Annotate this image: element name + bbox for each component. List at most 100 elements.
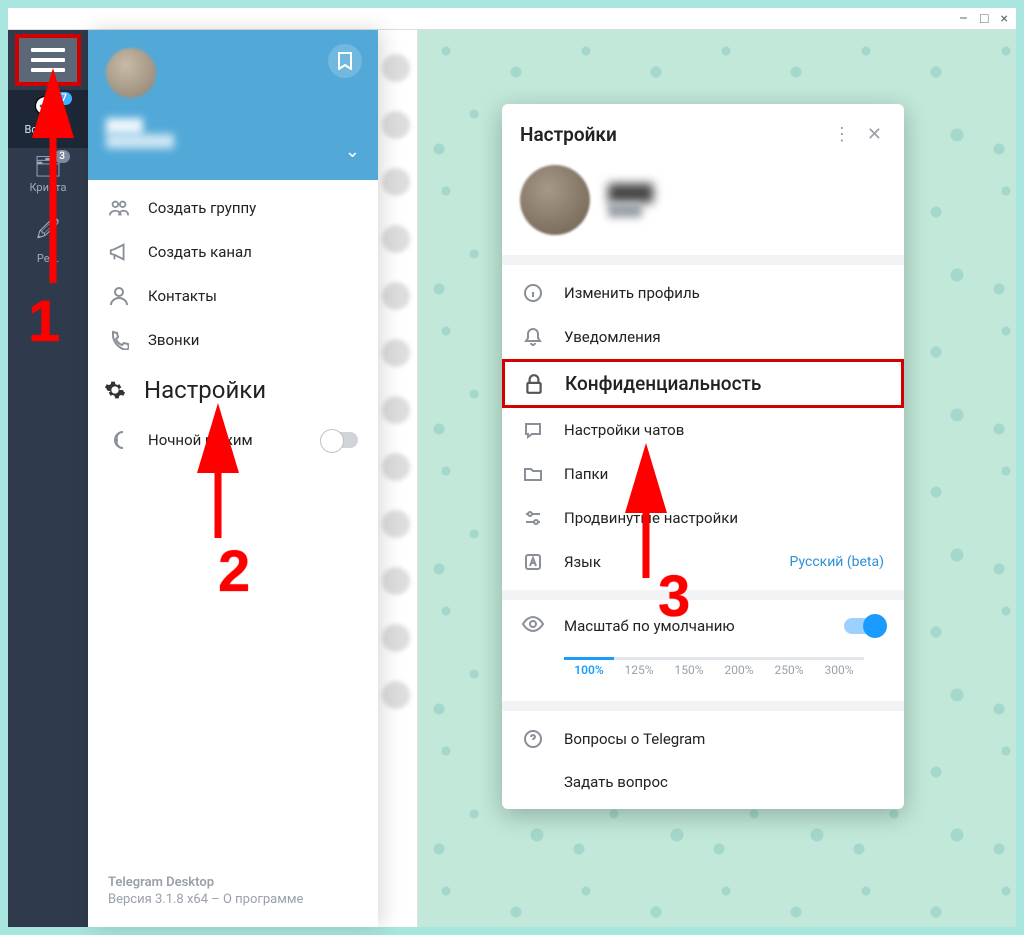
menu-item-label: Создать канал: [148, 243, 252, 261]
separator: [502, 590, 904, 600]
chat-list-sliver: [378, 30, 418, 927]
menu-create-channel[interactable]: Создать канал: [88, 230, 378, 274]
settings-panel: Настройки ⋮ ✕ ████ ████ Изменить профиль: [502, 104, 904, 809]
folder-icon: [522, 464, 544, 484]
drawer-header[interactable]: ████ ████████ ⌄: [88, 30, 378, 180]
settings-title: Настройки: [520, 123, 825, 146]
scale-toggle[interactable]: [844, 618, 884, 634]
moon-icon: [108, 430, 130, 450]
scale-step[interactable]: 125%: [614, 663, 664, 677]
chat-row[interactable]: [378, 268, 417, 323]
menu-item-label: Создать группу: [148, 199, 256, 217]
scale-step[interactable]: 250%: [764, 663, 814, 677]
bell-icon: [522, 327, 544, 347]
close-settings-button[interactable]: ✕: [859, 118, 890, 151]
chat-row[interactable]: [378, 382, 417, 437]
maximize-button[interactable]: □: [980, 10, 988, 27]
settings-notifications[interactable]: Уведомления: [502, 315, 904, 359]
menu-item-label: Ночной режим: [148, 431, 253, 449]
window-titlebar: – □ ×: [8, 8, 1016, 30]
settings-item-label: Настройки чатов: [564, 421, 684, 439]
question-icon: [522, 729, 544, 749]
scale-label: Масштаб по умолчанию: [564, 617, 735, 635]
person-icon: [108, 286, 130, 306]
drawer-footer: Telegram Desktop Версия 3.1.8 x64 – О пр…: [88, 861, 378, 927]
settings-language[interactable]: Язык Русский (beta): [502, 540, 904, 584]
eye-icon: [522, 614, 544, 637]
night-mode-toggle[interactable]: [320, 432, 358, 448]
version-label[interactable]: Версия 3.1.8 x64 – О программе: [108, 892, 358, 907]
info-icon: [522, 283, 544, 303]
chat-row[interactable]: [378, 154, 417, 209]
settings-ask-question[interactable]: Задать вопрос: [502, 761, 904, 803]
settings-edit-profile[interactable]: Изменить профиль: [502, 271, 904, 315]
chat-row[interactable]: [378, 40, 417, 95]
settings-faq[interactable]: Вопросы о Telegram: [502, 717, 904, 761]
profile-name: ████: [608, 183, 653, 203]
phone-icon: [108, 330, 130, 350]
menu-item-label: Контакты: [148, 287, 217, 305]
annotation-number-3: 3: [658, 563, 690, 630]
close-window-button[interactable]: ×: [1001, 11, 1008, 27]
settings-privacy[interactable]: Конфиденциальность: [502, 359, 904, 408]
megaphone-icon: [108, 242, 130, 262]
menu-contacts[interactable]: Контакты: [88, 274, 378, 318]
settings-item-label: Задать вопрос: [564, 773, 668, 791]
saved-messages-button[interactable]: [328, 44, 362, 78]
profile-status: ████: [608, 203, 653, 217]
settings-advanced[interactable]: Продвинутые настройки: [502, 496, 904, 540]
account-phone: ████████: [106, 134, 360, 148]
chat-row[interactable]: [378, 325, 417, 380]
chat-row[interactable]: [378, 610, 417, 665]
minimize-button[interactable]: –: [959, 11, 968, 27]
chat-background: Настройки ⋮ ✕ ████ ████ Изменить профиль: [418, 30, 1016, 927]
chat-bubble-icon: [522, 420, 544, 440]
settings-item-label: Язык: [564, 553, 601, 571]
scale-value-row: 100% 125% 150% 200% 250% 300%: [564, 663, 884, 677]
chat-row[interactable]: [378, 211, 417, 266]
chat-row[interactable]: [378, 667, 417, 722]
annotation-number-2: 2: [218, 538, 250, 605]
menu-settings[interactable]: Настройки: [88, 362, 378, 418]
avatar: [106, 48, 156, 98]
annotation-arrow-2: [206, 428, 236, 552]
settings-profile-row[interactable]: ████ ████: [502, 157, 904, 255]
avatar: [520, 165, 590, 235]
group-icon: [108, 198, 130, 218]
scale-step[interactable]: 200%: [714, 663, 764, 677]
scale-slider-fill: [564, 657, 614, 660]
language-icon: [522, 552, 544, 572]
chat-row[interactable]: [378, 553, 417, 608]
chat-row[interactable]: [378, 439, 417, 494]
account-name: ████: [106, 118, 360, 134]
menu-create-group[interactable]: Создать группу: [88, 186, 378, 230]
menu-item-label: Настройки: [144, 376, 266, 404]
settings-folders[interactable]: Папки: [502, 452, 904, 496]
more-menu-button[interactable]: ⋮: [825, 118, 859, 151]
sliders-icon: [522, 508, 544, 528]
scale-step[interactable]: 300%: [814, 663, 864, 677]
annotation-number-1: 1: [28, 288, 60, 355]
scale-step[interactable]: 150%: [664, 663, 714, 677]
settings-item-label: Изменить профиль: [564, 284, 700, 302]
lock-icon: [523, 373, 545, 395]
language-value: Русский (beta): [790, 554, 884, 570]
chat-row[interactable]: [378, 97, 417, 152]
chat-row[interactable]: [378, 496, 417, 551]
separator: [502, 255, 904, 265]
settings-item-label: Конфиденциальность: [565, 372, 761, 395]
annotation-arrow-1: [41, 93, 71, 297]
hamburger-icon: [31, 48, 65, 72]
settings-item-label: Уведомления: [564, 328, 661, 346]
gear-icon: [104, 372, 126, 408]
chevron-down-icon[interactable]: ⌄: [345, 141, 360, 162]
app-name-label: Telegram Desktop: [108, 875, 358, 890]
settings-item-label: Папки: [564, 465, 608, 483]
settings-chat-settings[interactable]: Настройки чатов: [502, 408, 904, 452]
menu-calls[interactable]: Звонки: [88, 318, 378, 362]
hamburger-menu-button[interactable]: [15, 34, 81, 86]
separator: [502, 701, 904, 711]
settings-item-label: Вопросы о Telegram: [564, 730, 705, 748]
scale-step[interactable]: 100%: [564, 663, 614, 677]
menu-item-label: Звонки: [148, 331, 199, 349]
